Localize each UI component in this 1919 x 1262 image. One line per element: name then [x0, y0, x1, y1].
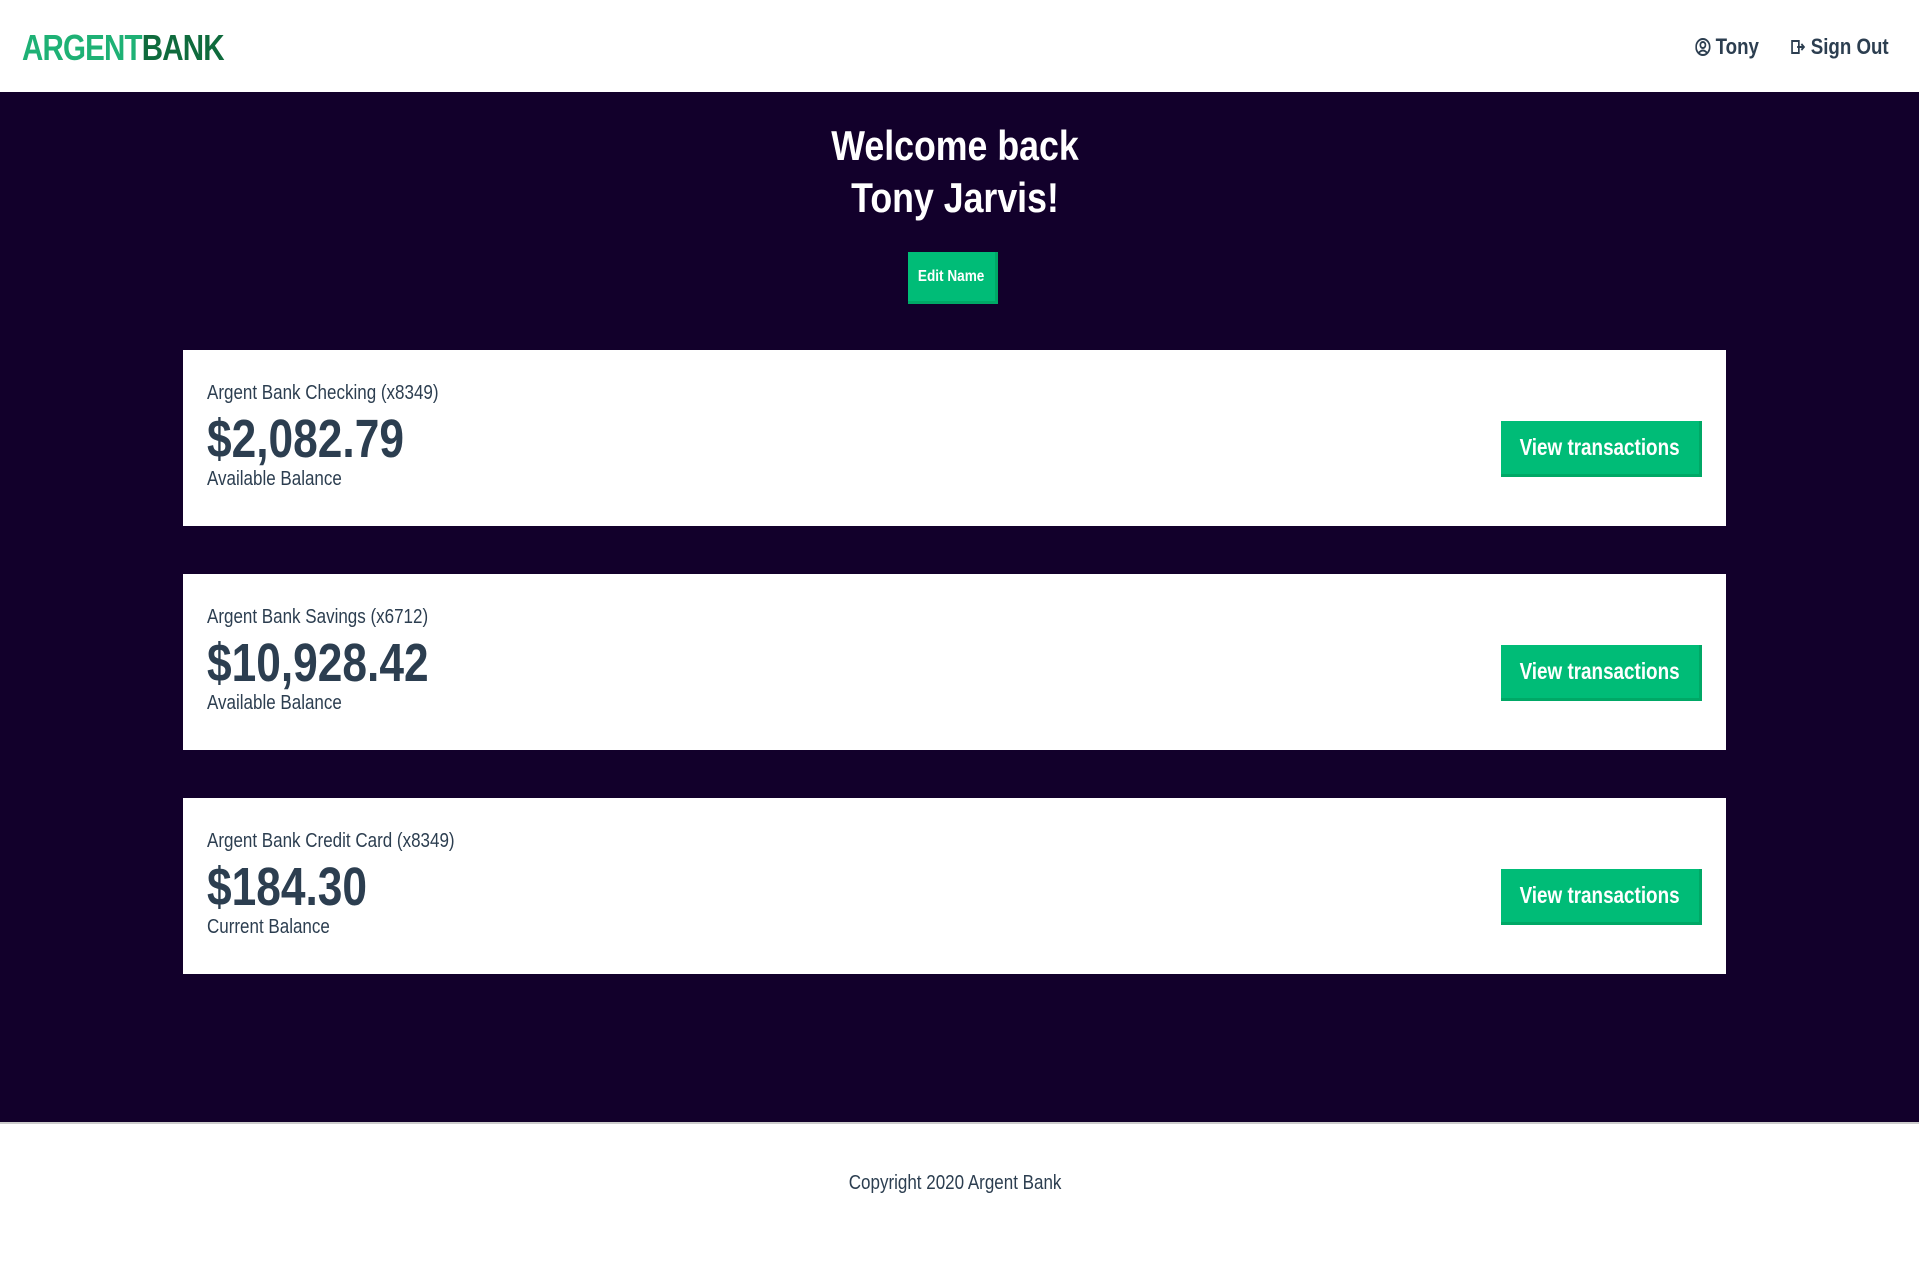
- logo-text-argent: ARGENT: [22, 27, 143, 68]
- view-transactions-label: View transactions: [1519, 434, 1681, 460]
- account-amount: $2,082.79: [207, 409, 404, 469]
- edit-name-button[interactable]: Edit Name: [908, 252, 998, 304]
- top-nav: ARGENTBANK Tony Sign Out: [0, 0, 1919, 92]
- view-transactions-button[interactable]: View transactions: [1501, 421, 1702, 477]
- sign-out-icon: [1791, 40, 1806, 54]
- welcome-heading: Welcome back Tony Jarvis!: [0, 120, 1910, 224]
- account-title: Argent Bank Credit Card (x8349): [207, 830, 455, 852]
- copyright-text: Copyright 2020 Argent Bank: [0, 1172, 1910, 1195]
- account-title: Argent Bank Savings (x6712): [207, 606, 429, 628]
- logo-text-bank: BANK: [141, 27, 225, 68]
- sign-out-link[interactable]: Sign Out: [1791, 34, 1889, 60]
- account-amount-description: Available Balance: [207, 692, 342, 714]
- view-transactions-button[interactable]: View transactions: [1501, 645, 1702, 701]
- account-amount-description: Current Balance: [207, 916, 330, 938]
- welcome-line-1: Welcome back: [831, 122, 1079, 169]
- account-card-credit: Argent Bank Credit Card (x8349) $184.30 …: [183, 798, 1726, 974]
- account-amount: $10,928.42: [207, 633, 429, 693]
- edit-name-label: Edit Name: [918, 267, 985, 285]
- account-amount-description: Available Balance: [207, 468, 342, 490]
- argent-bank-logo[interactable]: ARGENTBANK: [22, 27, 225, 68]
- account-title: Argent Bank Checking (x8349): [207, 382, 439, 404]
- page-footer: Copyright 2020 Argent Bank: [0, 1122, 1919, 1262]
- welcome-line-2: Tony Jarvis!: [851, 174, 1059, 221]
- page: ARGENTBANK Tony Sign Out Welcome back To…: [0, 0, 1919, 1262]
- account-card-checking: Argent Bank Checking (x8349) $2,082.79 A…: [183, 350, 1726, 526]
- view-transactions-label: View transactions: [1519, 658, 1681, 684]
- copyright-label: Copyright 2020 Argent Bank: [848, 1172, 1062, 1194]
- nav-user-area: Tony Sign Out: [1684, 34, 1889, 60]
- sign-out-label: Sign Out: [1811, 34, 1889, 59]
- account-card-savings: Argent Bank Savings (x6712) $10,928.42 A…: [183, 574, 1726, 750]
- user-circle-icon: [1695, 38, 1711, 56]
- account-amount: $184.30: [207, 857, 368, 917]
- view-transactions-label: View transactions: [1519, 882, 1681, 908]
- main-content: Welcome back Tony Jarvis! Edit Name Arge…: [0, 92, 1919, 1122]
- view-transactions-button[interactable]: View transactions: [1501, 869, 1702, 925]
- user-profile-link[interactable]: Tony: [1695, 34, 1760, 60]
- user-name-label: Tony: [1716, 34, 1760, 59]
